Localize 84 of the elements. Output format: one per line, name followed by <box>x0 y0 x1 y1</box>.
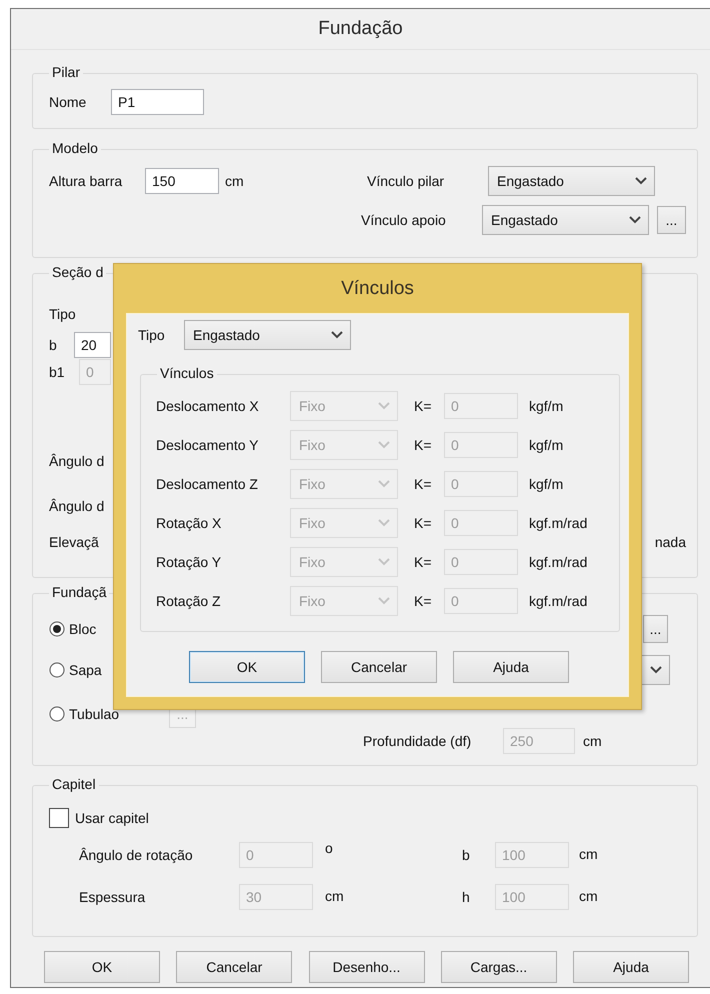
unit-label: cm <box>325 888 344 904</box>
dialog-title: Vínculos <box>341 278 414 300</box>
radio-label: Sapa <box>69 662 102 678</box>
chevron-icon <box>629 216 641 224</box>
field-label: K= <box>414 514 432 530</box>
unit-label: cm <box>225 173 244 189</box>
cancel-button[interactable]: Cancelar <box>176 951 292 983</box>
unit-label: kgf/m <box>529 476 564 492</box>
field-label: b1 <box>49 364 65 380</box>
window-title: Fundação <box>318 18 403 40</box>
input-field[interactable]: 20 <box>74 332 111 358</box>
input-field[interactable]: P1 <box>111 89 204 115</box>
field-label: nada <box>654 534 686 550</box>
field-label: Nome <box>49 94 86 110</box>
group-title: Capitel <box>52 776 96 792</box>
cancel-button[interactable]: Cancelar <box>321 651 437 683</box>
field-label: b <box>462 847 470 863</box>
field-label: b <box>49 337 57 353</box>
field-label: Rotação Y <box>156 554 222 570</box>
field-label: K= <box>414 398 432 414</box>
field-label: Ângulo d <box>49 453 104 469</box>
radio-label: Bloc <box>69 621 96 637</box>
help-button[interactable]: Ajuda <box>453 651 569 683</box>
unit-label: kgf.m/rad <box>529 514 588 530</box>
unit-label: cm <box>579 888 598 904</box>
field-label: Espessura <box>79 889 146 905</box>
field-label: K= <box>414 476 432 492</box>
checkbox[interactable] <box>49 808 69 828</box>
unit-label: cm <box>583 733 602 749</box>
group-title: Fundaçã <box>52 584 106 600</box>
help-button[interactable]: Ajuda <box>573 951 689 983</box>
group-title: Modelo <box>52 140 98 156</box>
ok-button[interactable]: OK <box>189 651 305 683</box>
chevron-icon <box>378 596 390 604</box>
group-title: Pilar <box>52 64 80 80</box>
radio-button[interactable] <box>49 621 65 637</box>
dropdown[interactable]: Engastado <box>488 166 655 196</box>
field-label: h <box>462 889 470 905</box>
unit-label: cm <box>579 846 598 862</box>
more-button[interactable]: ... <box>643 615 668 643</box>
chevron-icon <box>331 331 343 339</box>
unit-label: kgf.m/rad <box>529 554 588 570</box>
input-field[interactable]: 150 <box>145 168 219 194</box>
unit-label: kgf/m <box>529 398 564 414</box>
group-title: Vínculos <box>160 365 214 381</box>
unit-label: o <box>325 840 333 856</box>
dropdown[interactable]: Engastado <box>184 320 351 350</box>
radio-button[interactable] <box>49 662 65 678</box>
field-label: Vínculo apoio <box>361 212 446 228</box>
ok-button[interactable]: OK <box>44 951 160 983</box>
dropdown[interactable] <box>640 655 670 685</box>
field-label: Rotação Z <box>156 592 221 608</box>
field-label: K= <box>414 554 432 570</box>
radio-button[interactable] <box>49 706 65 722</box>
more-button[interactable]: ... <box>657 206 686 234</box>
group-title: Seção d <box>52 264 104 280</box>
field-label: Deslocamento X <box>156 398 259 414</box>
unit-label: kgf/m <box>529 436 564 452</box>
loads-button[interactable]: Cargas... <box>440 951 557 983</box>
field-label: K= <box>414 436 432 452</box>
drawing-button[interactable]: Desenho... <box>308 951 424 983</box>
chevron-icon <box>378 440 390 448</box>
chevron-icon <box>378 518 390 526</box>
field-label: Ângulo d <box>49 498 104 514</box>
field-label: Deslocamento Z <box>156 476 258 492</box>
field-label: Deslocamento Y <box>156 436 258 452</box>
chevron-icon <box>378 480 390 488</box>
dropdown[interactable]: Engastado <box>482 205 649 235</box>
field-label: Ângulo de rotação <box>79 847 193 863</box>
chevron-icon <box>378 558 390 566</box>
field-label: Altura barra <box>49 173 122 189</box>
field-label: Vínculo pilar <box>367 173 444 189</box>
field-label: Rotação X <box>156 514 222 530</box>
field-label: Elevaçã <box>49 534 99 550</box>
radio-label: Tubulao <box>69 706 120 722</box>
chevron-icon <box>378 402 390 410</box>
field-label: Tipo <box>138 327 165 343</box>
field-label: Profundidade (df) <box>363 733 472 749</box>
field-label: Tipo <box>49 306 76 322</box>
unit-label: kgf.m/rad <box>529 592 588 608</box>
chevron-icon <box>650 666 662 674</box>
field-label: K= <box>414 592 432 608</box>
chevron-icon <box>635 177 647 185</box>
checkbox-label: Usar capitel <box>75 810 149 826</box>
